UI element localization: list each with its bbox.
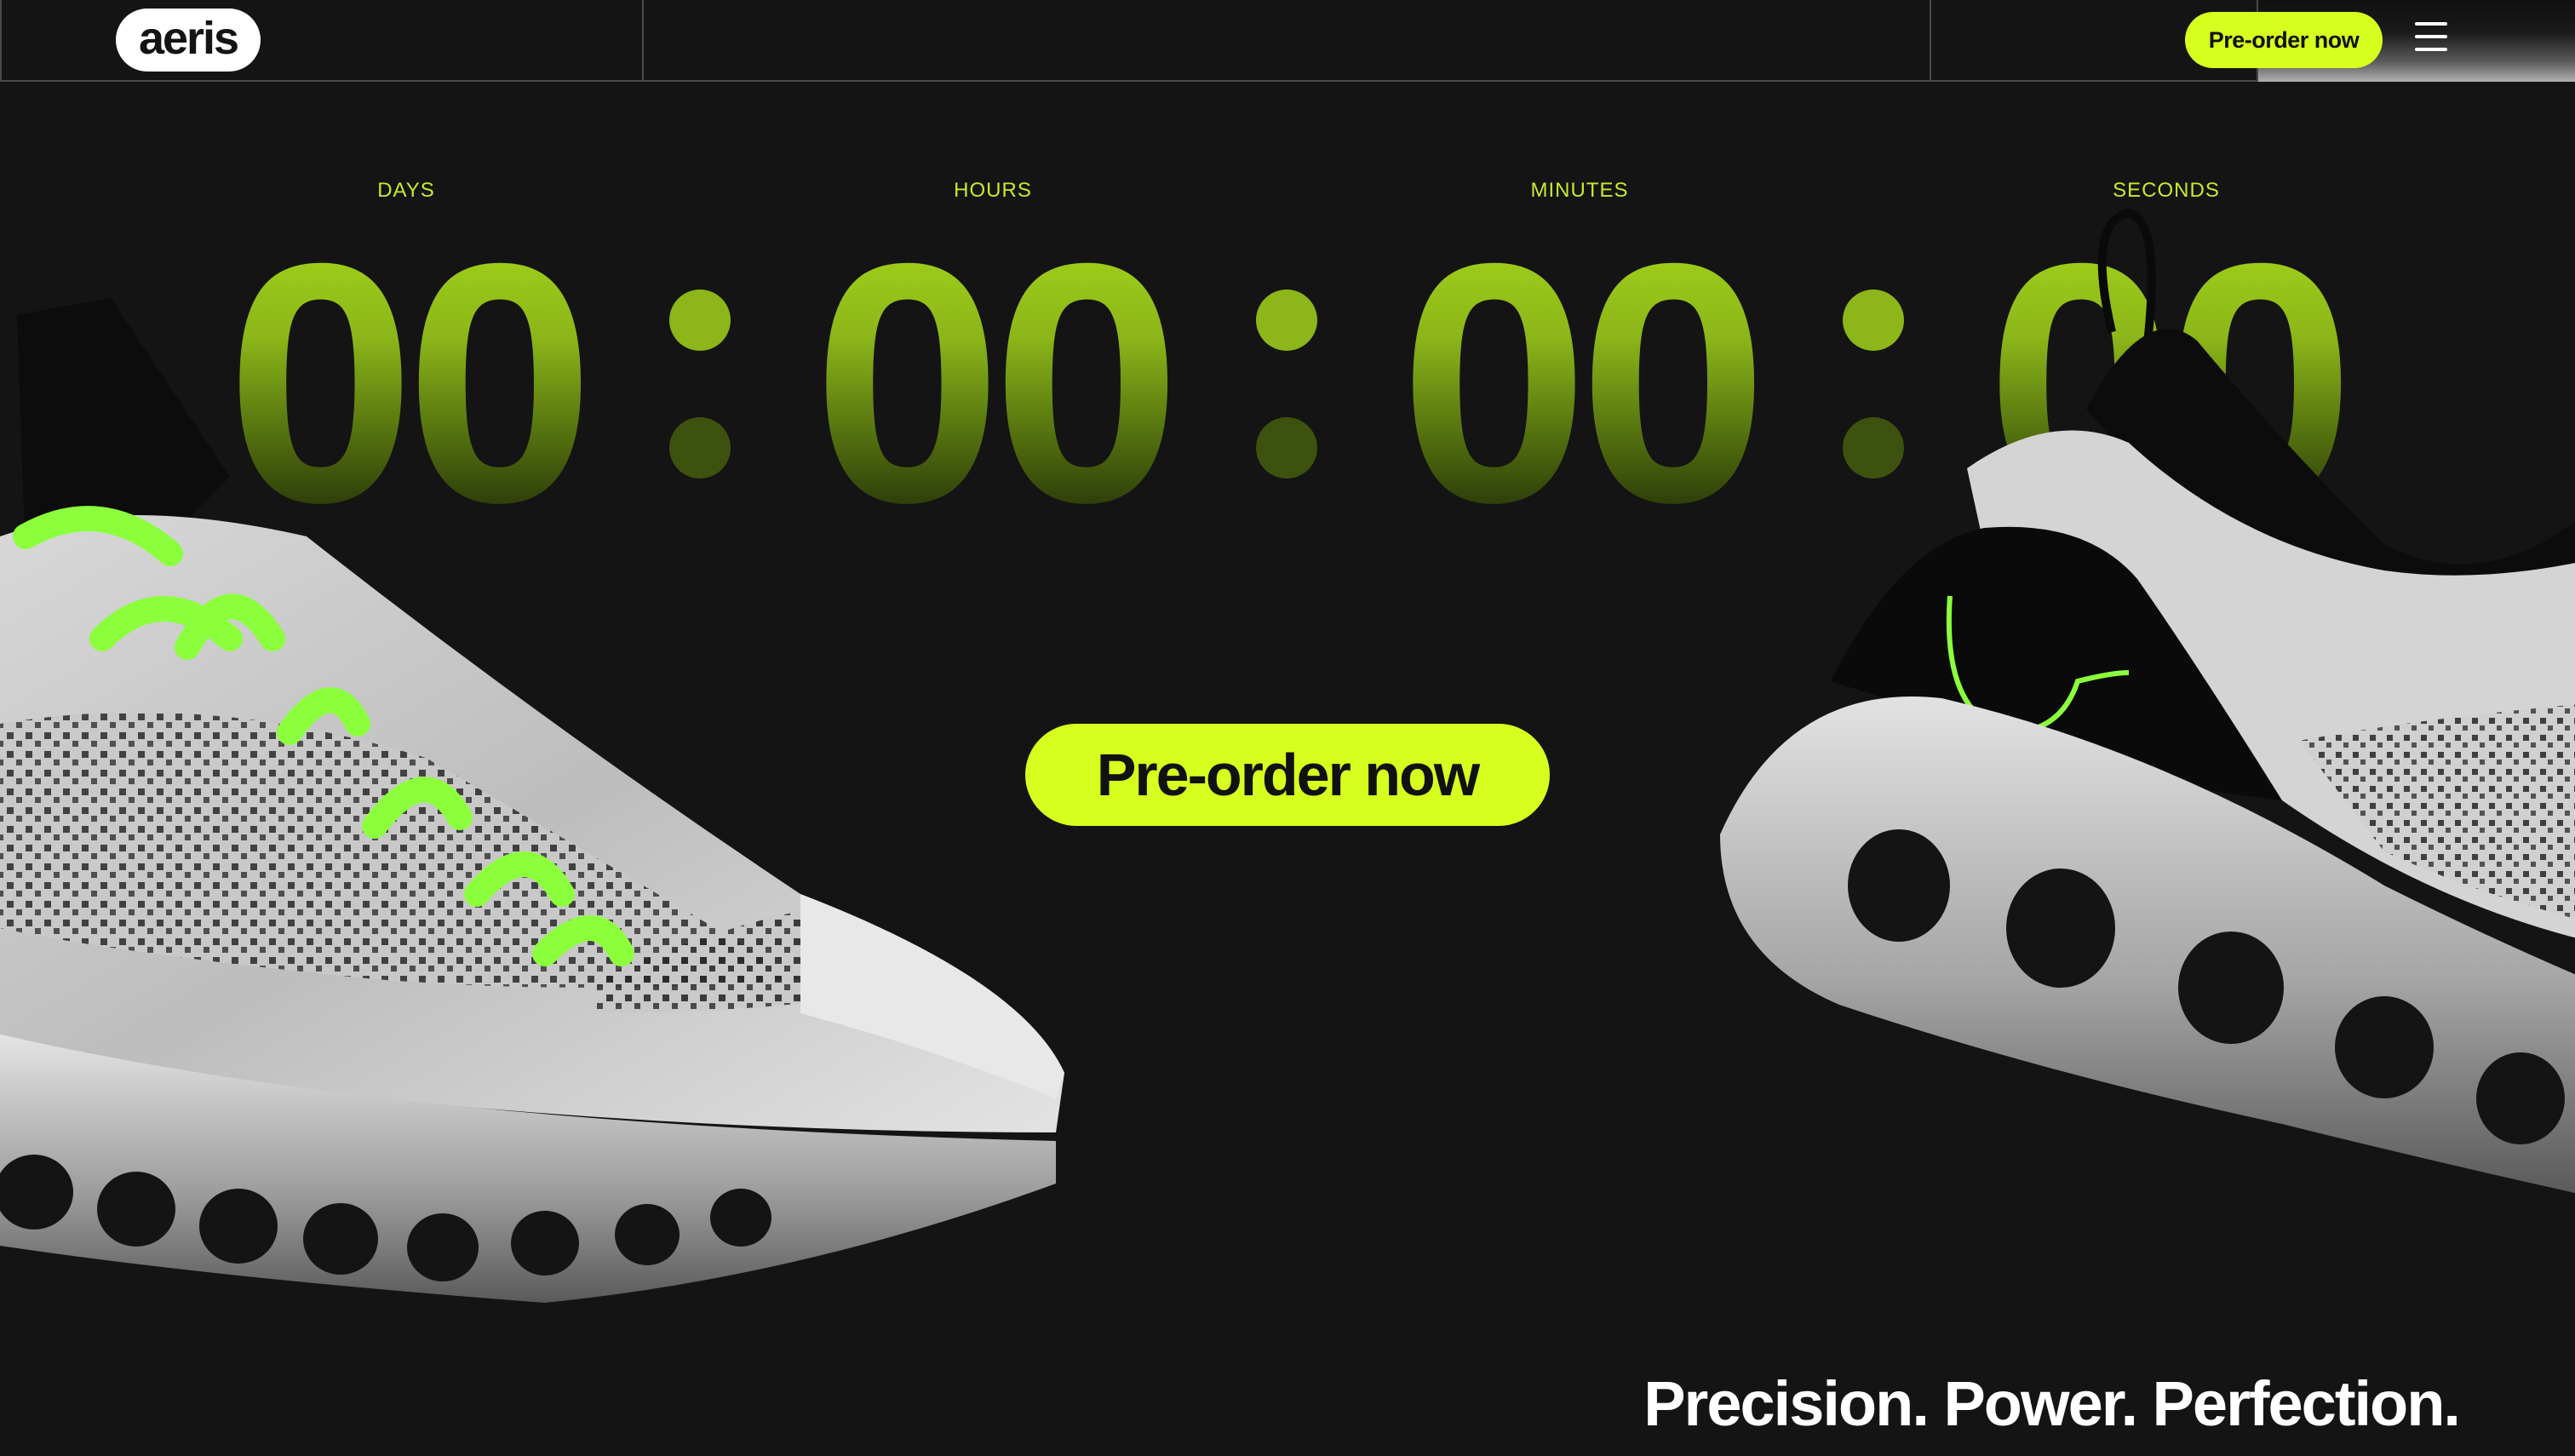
seconds-label: SECONDS: [2113, 179, 2220, 202]
hours-label: HOURS: [954, 179, 1032, 202]
right-sneaker-image: [1720, 208, 2575, 1194]
header-cell-center: [644, 0, 1931, 82]
hero-tagline: Precision. Power. Perfection.: [1643, 1368, 2461, 1439]
hours-value: 00: [788, 213, 1196, 553]
days-label: DAYS: [377, 179, 435, 202]
minutes-label: MINUTES: [1530, 179, 1629, 202]
colon-separator: [1256, 289, 1317, 511]
hero-preorder-button[interactable]: Pre-order now: [1025, 724, 1550, 826]
brand-logo[interactable]: aeris: [116, 9, 261, 72]
header-preorder-button[interactable]: Pre-order now: [2185, 12, 2383, 68]
days-value: 00: [201, 213, 610, 553]
countdown-labels: DAYS HOURS MINUTES SECONDS: [0, 179, 2575, 213]
colon-separator: [669, 289, 731, 511]
site-header: aeris Pre-order now: [0, 0, 2575, 82]
header-cell-brand: aeris: [0, 0, 644, 82]
hamburger-menu-icon[interactable]: [2415, 22, 2447, 53]
